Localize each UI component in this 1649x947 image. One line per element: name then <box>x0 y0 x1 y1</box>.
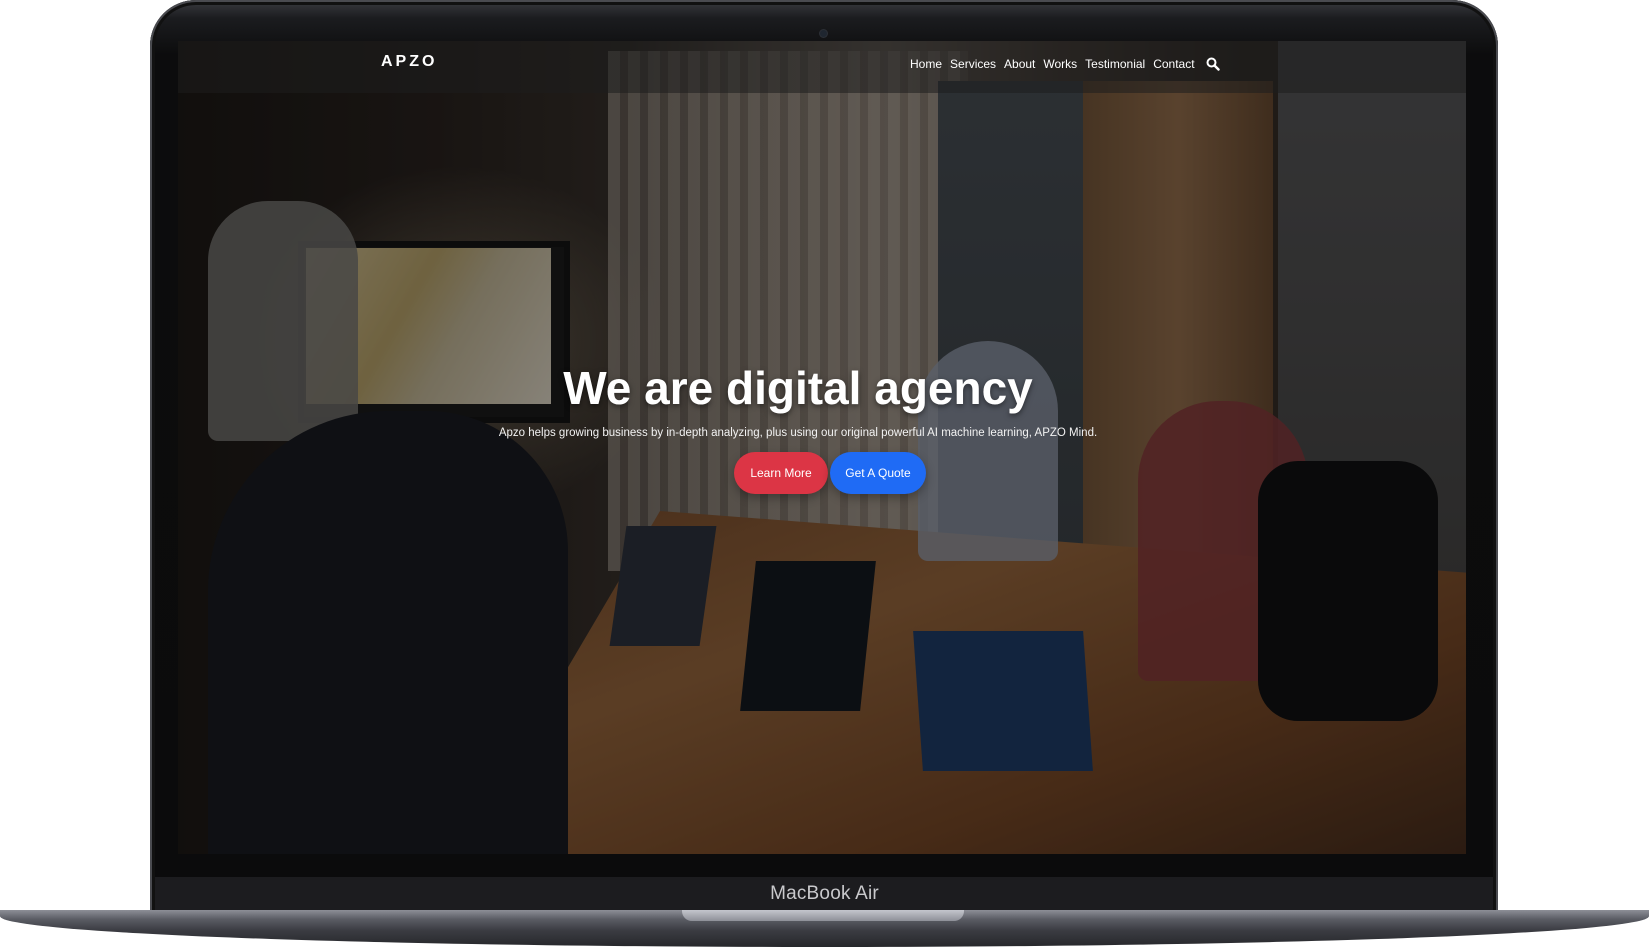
device-model-label: MacBook Air <box>770 883 879 904</box>
nav-item-home[interactable]: Home <box>910 57 942 71</box>
laptop-hinge-notch <box>682 910 964 921</box>
learn-more-button[interactable]: Learn More <box>734 452 828 494</box>
hero-title: We are digital agency <box>563 362 1033 414</box>
site-logo[interactable]: APZO <box>381 53 437 71</box>
laptop-mockup: APZO Home Services About Works Testimoni… <box>0 0 1649 947</box>
nav-menu: Home Services About Works Testimonial Co… <box>910 57 1220 71</box>
nav-item-works[interactable]: Works <box>1043 57 1077 71</box>
get-a-quote-button[interactable]: Get A Quote <box>830 452 926 494</box>
website-screen: APZO Home Services About Works Testimoni… <box>178 41 1466 854</box>
nav-item-testimonial[interactable]: Testimonial <box>1085 57 1145 71</box>
nav-item-contact[interactable]: Contact <box>1153 57 1194 71</box>
search-icon[interactable] <box>1206 57 1220 71</box>
site-navbar: APZO Home Services About Works Testimoni… <box>178 41 1466 93</box>
hero-subtitle: Apzo helps growing business by in-depth … <box>498 427 1098 439</box>
nav-item-services[interactable]: Services <box>950 57 996 71</box>
hero-dark-overlay <box>178 41 1466 854</box>
nav-item-about[interactable]: About <box>1004 57 1035 71</box>
camera-icon <box>820 30 827 37</box>
